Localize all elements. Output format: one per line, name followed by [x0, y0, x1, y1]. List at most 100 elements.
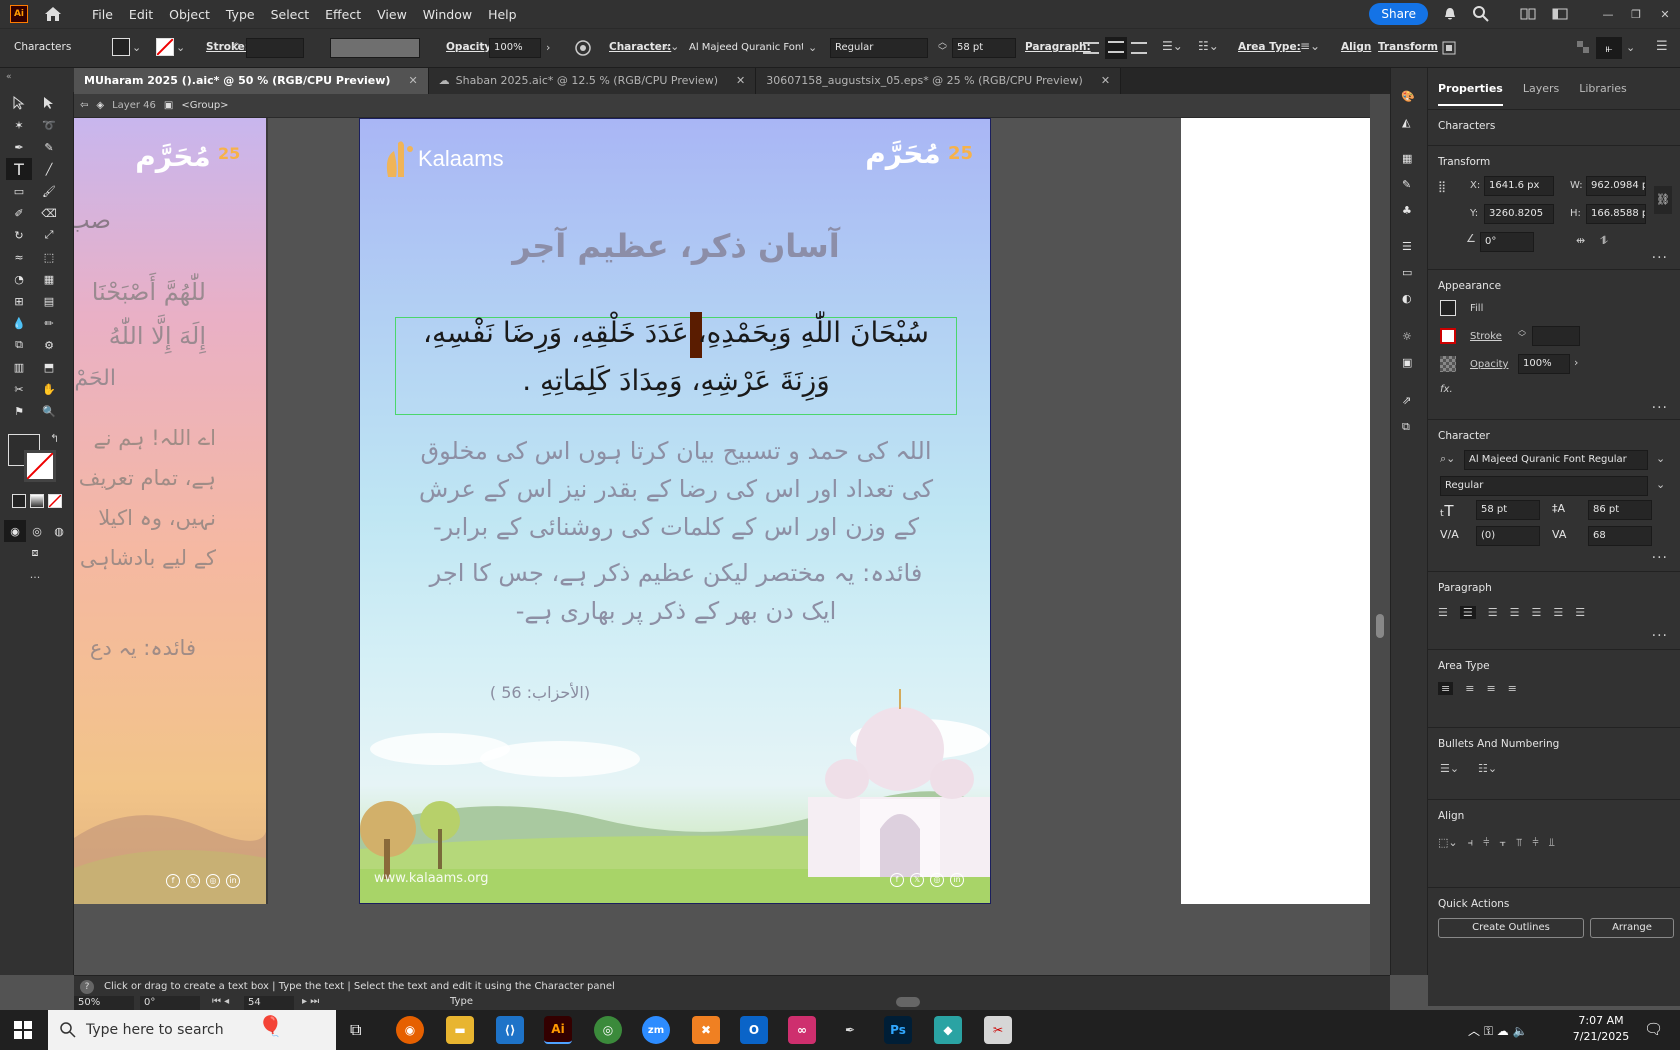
- zoom-tool-icon[interactable]: 🔍: [38, 400, 60, 422]
- blend-tool-icon[interactable]: ⧉: [8, 334, 30, 356]
- pen-tool-icon[interactable]: ✒: [8, 136, 30, 158]
- transparency-icon[interactable]: ◐: [1402, 292, 1412, 305]
- home-icon[interactable]: [42, 5, 64, 23]
- draw-normal-icon[interactable]: ◉: [4, 520, 26, 542]
- swatches-icon[interactable]: ▦: [1402, 152, 1412, 165]
- stepper-icon[interactable]: ︿ ﹀: [1518, 326, 1526, 342]
- firefox-icon[interactable]: ◉: [396, 1016, 424, 1044]
- selection-tool-icon[interactable]: [8, 92, 30, 114]
- xampp-icon[interactable]: ✖: [692, 1016, 720, 1044]
- flip-horizontal-icon[interactable]: ⇹: [1576, 234, 1585, 247]
- gradient-panel-icon[interactable]: ▭: [1402, 266, 1412, 279]
- curvature-tool-icon[interactable]: ✎: [38, 136, 60, 158]
- line-tool-icon[interactable]: ╱: [38, 158, 60, 180]
- rotate-tool-icon[interactable]: ↻: [8, 224, 30, 246]
- hand-tool-icon[interactable]: ✋: [38, 378, 60, 400]
- opacity-label[interactable]: Opacity:: [446, 41, 495, 53]
- scroll-thumb[interactable]: [1376, 614, 1384, 638]
- gradient-tool-icon[interactable]: ▤: [38, 290, 60, 312]
- constrain-proportions-icon[interactable]: ⛓: [1654, 186, 1672, 214]
- font-style-field[interactable]: Regular: [1440, 476, 1648, 496]
- paintbrush-icon[interactable]: 🖌: [38, 180, 60, 202]
- character-label[interactable]: Character:: [609, 41, 671, 53]
- font-family-field[interactable]: Al Majeed Quranic Font...: [684, 38, 804, 58]
- lasso-icon[interactable]: ➰: [38, 114, 60, 136]
- news-widget-icon[interactable]: 🎈: [258, 1014, 283, 1038]
- recolor-icon[interactable]: [574, 39, 592, 57]
- share-button[interactable]: Share: [1369, 3, 1428, 25]
- leading-field[interactable]: 86 pt: [1588, 500, 1652, 520]
- eraser-icon[interactable]: ⌫: [38, 202, 60, 224]
- horizontal-scrollbar[interactable]: [896, 997, 920, 1007]
- arabic-dhikr-line1[interactable]: سُبْحَانَ اللّٰهِ وَبِحَمْدِهِ، عَدَدَ خ…: [380, 316, 972, 349]
- search-icon[interactable]: [1472, 5, 1490, 23]
- chevron-down-icon[interactable]: ⌄: [132, 41, 141, 54]
- fill-swatch[interactable]: [112, 38, 130, 56]
- stroke-profile-field[interactable]: [330, 38, 420, 58]
- draw-inside-icon[interactable]: ◍: [48, 520, 70, 542]
- menu-file[interactable]: File: [84, 7, 121, 22]
- creative-cloud-icon[interactable]: ∞: [788, 1016, 816, 1044]
- area-type-icon[interactable]: ≡⌄: [1300, 39, 1320, 53]
- opacity-label[interactable]: Opacity: [1470, 359, 1508, 370]
- draw-behind-icon[interactable]: ◎: [26, 520, 48, 542]
- fill-swatch[interactable]: [1440, 300, 1456, 316]
- appearance-icon[interactable]: ☼: [1402, 330, 1412, 343]
- more-options-icon[interactable]: ···: [1652, 550, 1668, 566]
- close-tab-icon[interactable]: ✕: [408, 74, 417, 87]
- x-field[interactable]: 1641.6 px: [1484, 176, 1554, 196]
- menu-select[interactable]: Select: [263, 7, 318, 22]
- font-style-field[interactable]: Regular: [830, 38, 928, 58]
- create-outlines-button[interactable]: Create Outlines: [1438, 918, 1584, 938]
- vertical-align-center-icon[interactable]: ⫩: [1532, 836, 1538, 850]
- stroke-label[interactable]: Stroke:: [206, 41, 249, 53]
- windows-start-icon[interactable]: [14, 1021, 32, 1042]
- symbol-sprayer-icon[interactable]: ⚙: [38, 334, 60, 356]
- close-tab-icon[interactable]: ✕: [1101, 74, 1110, 87]
- menu-effect[interactable]: Effect: [317, 7, 369, 22]
- file-explorer-icon[interactable]: ▬: [446, 1016, 474, 1044]
- menu-view[interactable]: View: [369, 7, 415, 22]
- font-family-field[interactable]: Al Majeed Quranic Font Regular: [1464, 450, 1648, 470]
- opacity-field[interactable]: 100%: [1518, 354, 1570, 374]
- first-page-icon[interactable]: ⏮ ◂: [212, 996, 229, 1007]
- align-left-icon[interactable]: [1083, 39, 1101, 57]
- graph-tool-icon[interactable]: ▥: [8, 356, 30, 378]
- stroke-swatch[interactable]: [1440, 328, 1456, 344]
- screen-mode-icon[interactable]: ⧈: [24, 542, 46, 564]
- stroke-weight-field[interactable]: [246, 38, 304, 58]
- vscode-icon[interactable]: ⟨⟩: [496, 1016, 524, 1044]
- panel-menu-icon[interactable]: ☰: [1656, 39, 1668, 54]
- warp-tool-icon[interactable]: ≈: [8, 246, 30, 268]
- transform-button[interactable]: Transform: [1378, 41, 1438, 53]
- align-top-icon[interactable]: ≡: [1438, 682, 1454, 695]
- measure-icon[interactable]: ✏: [38, 312, 60, 334]
- color-palette-icon[interactable]: 🎨: [1401, 90, 1415, 103]
- stroke-color-icon[interactable]: [24, 450, 56, 482]
- back-arrow-icon[interactable]: ⇦: [80, 100, 88, 111]
- clock[interactable]: 7:07 AM 7/21/2025: [1568, 1014, 1634, 1043]
- chevron-right-icon[interactable]: ›: [1574, 356, 1578, 369]
- gradient-mode-icon[interactable]: [30, 494, 44, 508]
- numbering-icon[interactable]: ☷⌄: [1478, 762, 1497, 775]
- align-button[interactable]: Align: [1341, 41, 1371, 53]
- rotation-field[interactable]: 0°: [140, 996, 200, 1010]
- more-options-icon[interactable]: ···: [1652, 250, 1668, 266]
- magic-wand-icon[interactable]: ✶: [8, 114, 30, 136]
- color-mode-icon[interactable]: [12, 494, 26, 508]
- workspace-icon[interactable]: [1520, 7, 1536, 21]
- close-tab-icon[interactable]: ✕: [736, 74, 745, 87]
- more-options-icon[interactable]: ···: [1652, 400, 1668, 416]
- flip-vertical-icon[interactable]: ⥮: [1600, 234, 1608, 248]
- shaper-tool-icon[interactable]: ✐: [8, 202, 30, 224]
- minimize-icon[interactable]: —: [1594, 8, 1622, 21]
- justify-vertical-icon[interactable]: ≡: [1508, 682, 1517, 695]
- restore-icon[interactable]: ❐: [1622, 8, 1650, 21]
- angle-field[interactable]: 0°: [1480, 232, 1534, 252]
- more-tools-icon[interactable]: ···: [24, 566, 46, 588]
- notifications-icon[interactable]: 🗨: [1644, 1020, 1663, 1038]
- direct-selection-tool-icon[interactable]: [38, 92, 60, 114]
- paragraph-label[interactable]: Paragraph:: [1025, 41, 1091, 53]
- zoom-app-icon[interactable]: zm: [642, 1016, 670, 1044]
- outlook-icon[interactable]: O: [740, 1016, 768, 1044]
